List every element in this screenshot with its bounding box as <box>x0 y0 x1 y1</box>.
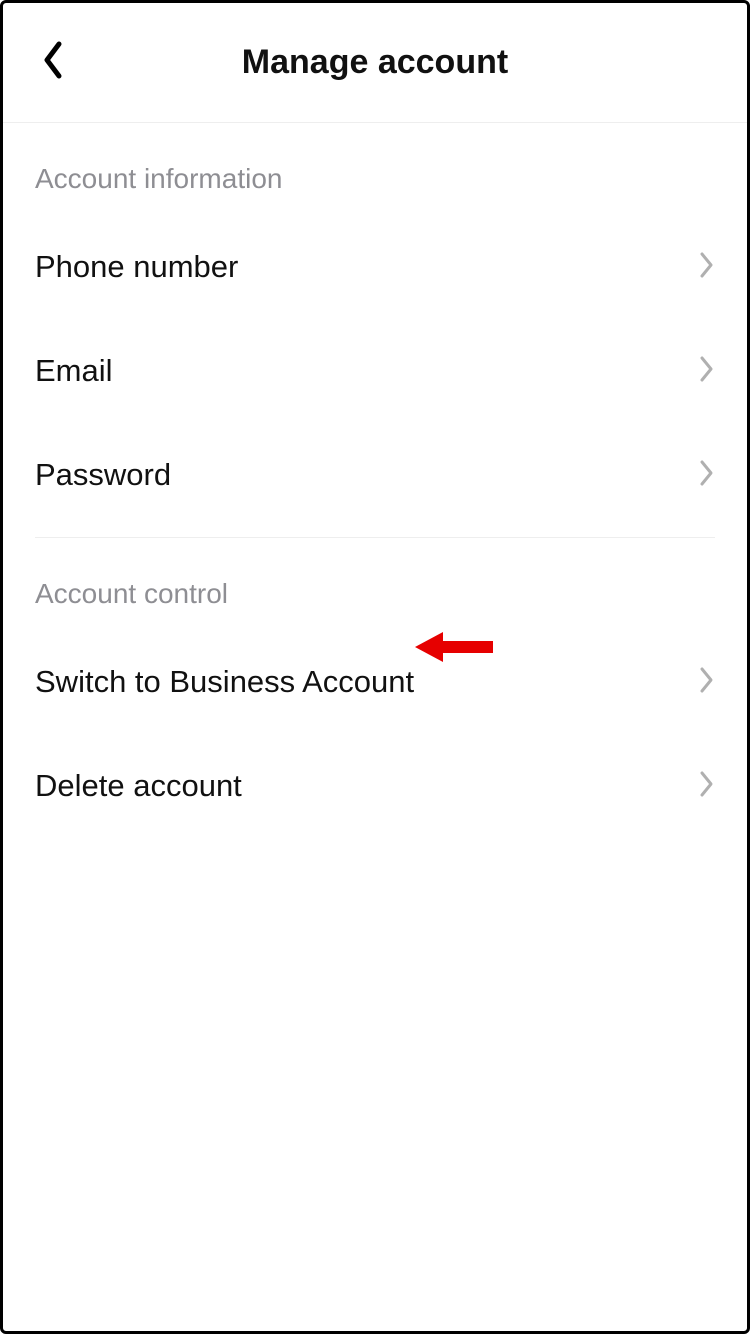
back-button[interactable] <box>31 41 75 85</box>
page-title: Manage account <box>242 43 508 82</box>
row-switch-business-account[interactable]: Switch to Business Account <box>35 630 715 734</box>
row-email[interactable]: Email <box>35 319 715 423</box>
chevron-right-icon <box>699 666 715 699</box>
row-delete-account[interactable]: Delete account <box>35 734 715 838</box>
chevron-right-icon <box>699 770 715 803</box>
section-account-control: Account control Switch to Business Accou… <box>3 538 747 838</box>
chevron-right-icon <box>699 251 715 284</box>
page-header: Manage account <box>3 3 747 123</box>
row-label-password: Password <box>35 457 171 493</box>
row-password[interactable]: Password <box>35 423 715 527</box>
back-icon <box>41 40 65 85</box>
row-label-email: Email <box>35 353 113 389</box>
row-label-delete: Delete account <box>35 768 242 804</box>
chevron-right-icon <box>699 355 715 388</box>
section-header-account-control: Account control <box>35 538 715 630</box>
section-header-account-info: Account information <box>35 123 715 215</box>
row-label-switch-business: Switch to Business Account <box>35 664 414 700</box>
row-phone-number[interactable]: Phone number <box>35 215 715 319</box>
chevron-right-icon <box>699 459 715 492</box>
section-account-information: Account information Phone number Email P… <box>3 123 747 527</box>
row-label-phone: Phone number <box>35 249 238 285</box>
